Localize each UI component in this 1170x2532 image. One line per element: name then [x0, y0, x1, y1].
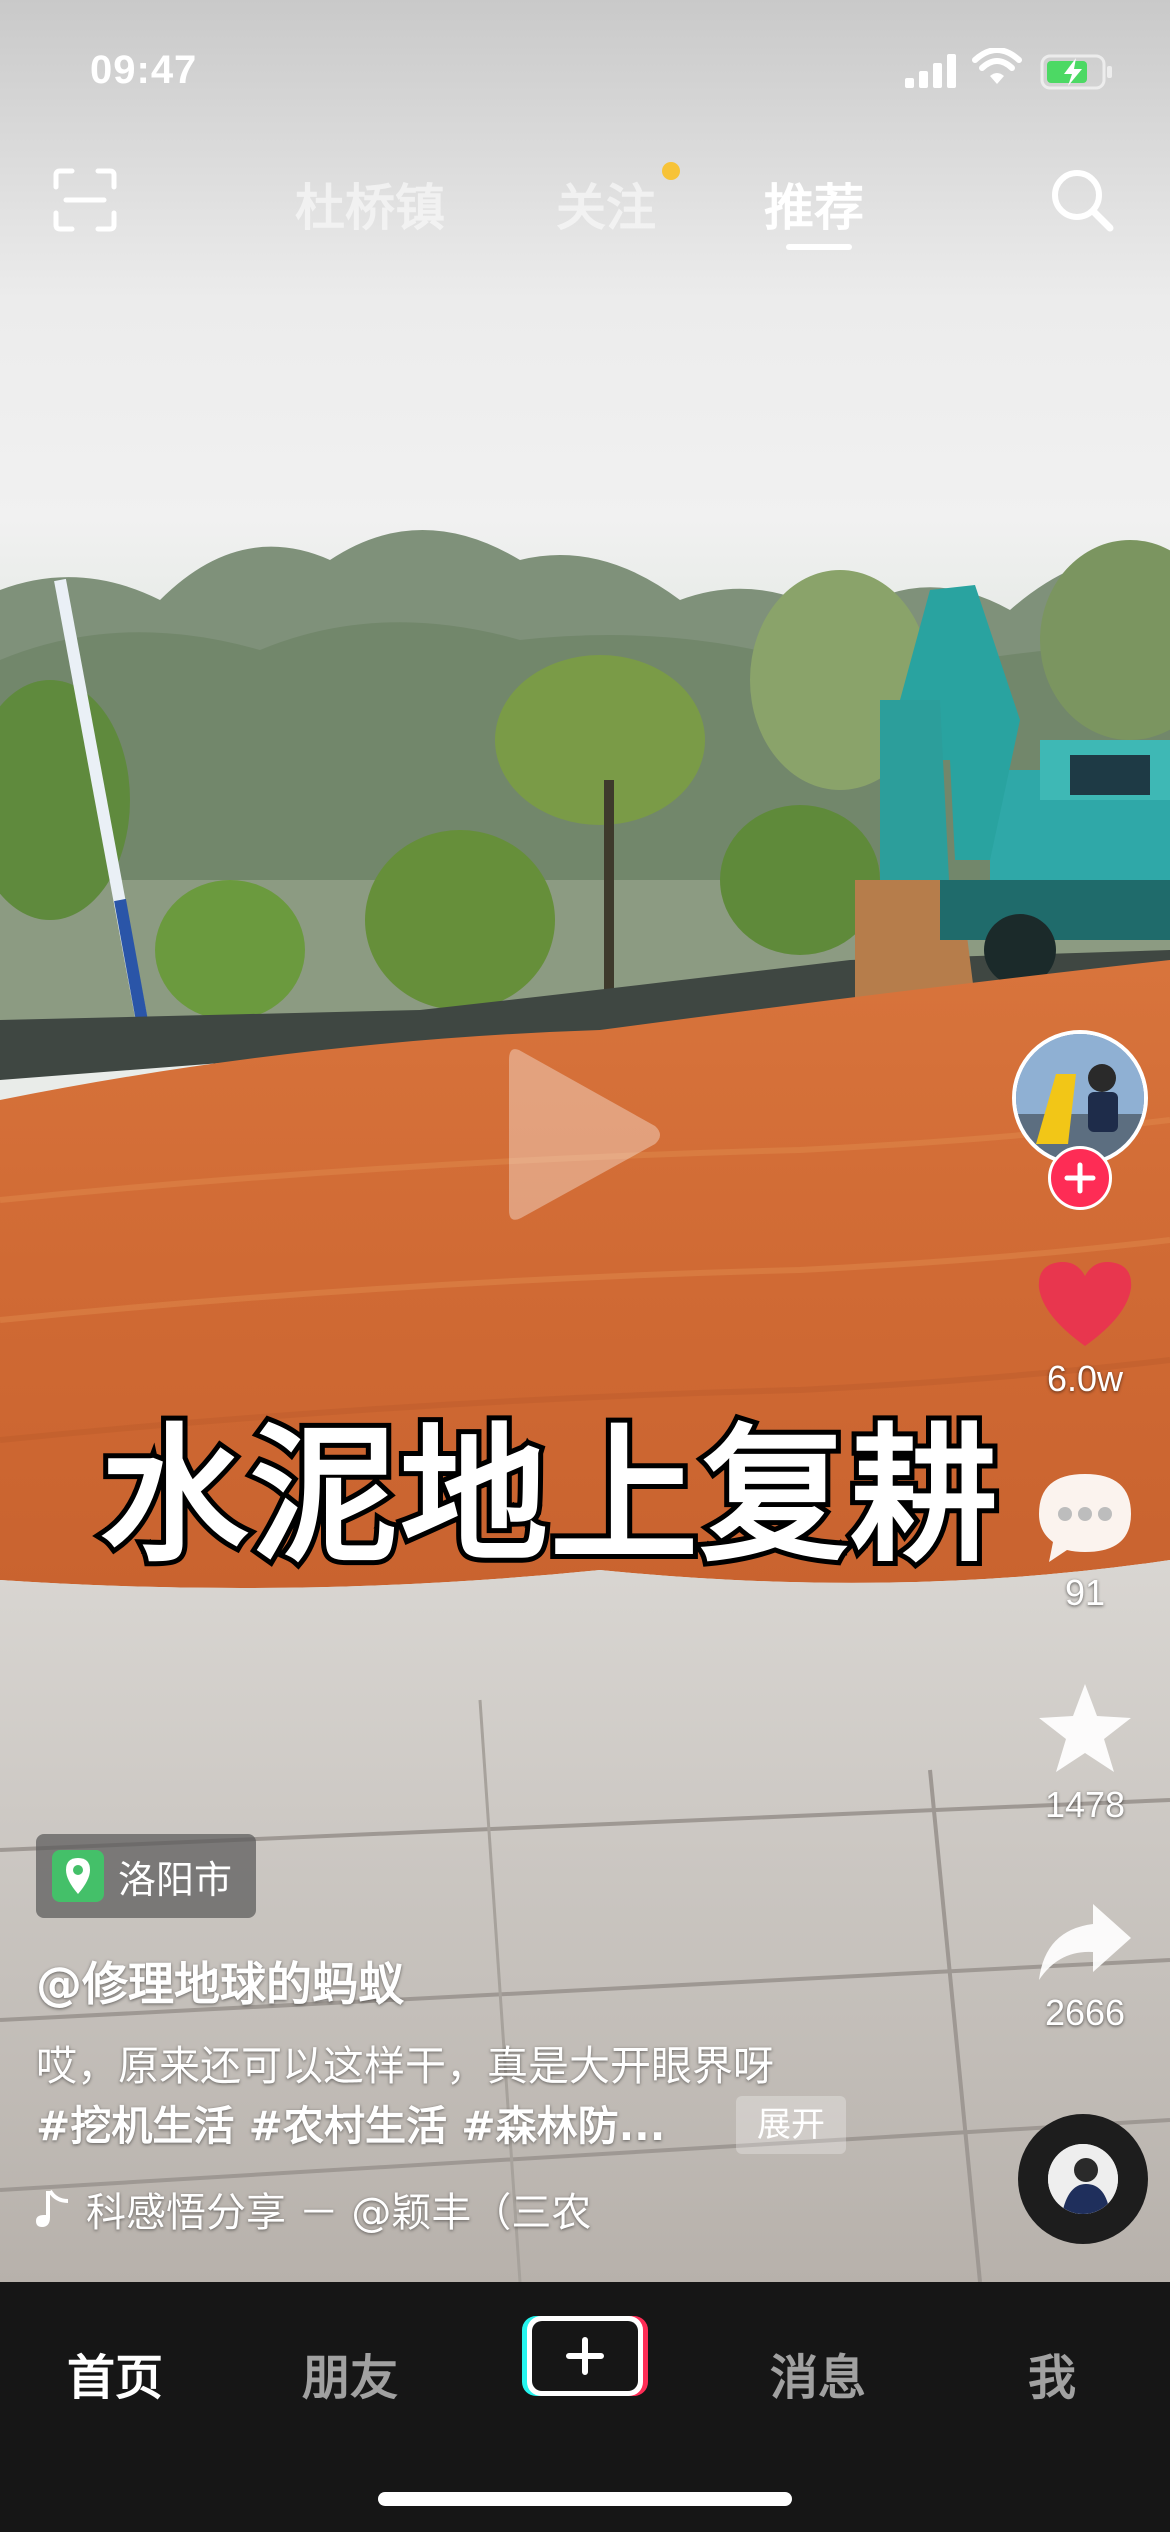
plus-icon [1064, 1162, 1096, 1194]
avatar-image [1016, 1034, 1144, 1162]
wifi-icon [972, 48, 1022, 84]
music-cover-image [1048, 2144, 1118, 2214]
author-name[interactable]: @修理地球的蚂蚁 [36, 1948, 404, 2014]
favorite-action[interactable]: 1478 [1000, 1680, 1170, 1826]
share-icon [1039, 1904, 1131, 1980]
nav-friends[interactable]: 朋友 [302, 2338, 398, 2408]
status-bar: 09:47 [0, 0, 1170, 150]
location-pin-icon [52, 1850, 104, 1902]
nav-home[interactable]: 首页 [67, 2338, 163, 2408]
bottom-nav-bar: 首页 朋友 消息 我 [0, 2282, 1170, 2532]
top-tab-bar: 杜桥镇 关注 推荐 [0, 150, 1170, 260]
home-indicator [378, 2492, 792, 2506]
search-icon[interactable] [1046, 164, 1118, 236]
music-info[interactable]: 科感悟分享 － @颖丰（三农 [36, 2180, 591, 2238]
following-new-dot [662, 162, 680, 180]
comment-count: 91 [1064, 1572, 1106, 1613]
nav-messages[interactable]: 消息 [770, 2338, 866, 2408]
scan-icon[interactable] [50, 165, 120, 235]
tab-recommended[interactable]: 推荐 [764, 168, 864, 240]
heart-icon [1038, 1261, 1132, 1346]
video-feed-screen: 09:47 杜桥镇 关注 推荐 水泥地上复耕 6.0w 91 1478 2666… [0, 0, 1170, 2532]
music-cover [1048, 2144, 1118, 2214]
comment-action[interactable]: 91 [1000, 1470, 1170, 1614]
video-caption: 水泥地上复耕 [95, 1405, 1003, 1587]
description-text: 哎，原来还可以这样干，真是大开眼界呀 [36, 2042, 774, 2090]
share-count: 2666 [1044, 1992, 1126, 2033]
music-note-icon [36, 2189, 69, 2227]
follow-button[interactable] [1048, 1146, 1112, 1210]
like-action[interactable]: 6.0w [1000, 1258, 1170, 1400]
comment-icon [1039, 1474, 1131, 1562]
tab-local[interactable]: 杜桥镇 [295, 168, 445, 240]
star-icon [1039, 1684, 1131, 1772]
location-label: 洛阳市 [118, 1857, 233, 1902]
play-icon[interactable] [505, 1040, 665, 1230]
cellular-signal-icon [905, 54, 956, 88]
share-action[interactable]: 2666 [1000, 1900, 1170, 2034]
status-time: 09:47 [90, 48, 198, 92]
favorite-count: 1478 [1044, 1784, 1126, 1825]
music-title: 科感悟分享 － @颖丰（三农 [86, 2190, 592, 2236]
like-count: 6.0w [1046, 1358, 1124, 1399]
nav-me[interactable]: 我 [1028, 2338, 1076, 2408]
tab-following[interactable]: 关注 [556, 168, 656, 240]
create-button[interactable] [522, 2314, 648, 2398]
expand-button[interactable]: 展开 [736, 2096, 846, 2154]
battery-charging-icon [1040, 54, 1112, 90]
active-tab-indicator [786, 244, 852, 250]
music-disc[interactable] [1018, 2114, 1148, 2244]
location-tag[interactable]: 洛阳市 [36, 1834, 257, 1918]
